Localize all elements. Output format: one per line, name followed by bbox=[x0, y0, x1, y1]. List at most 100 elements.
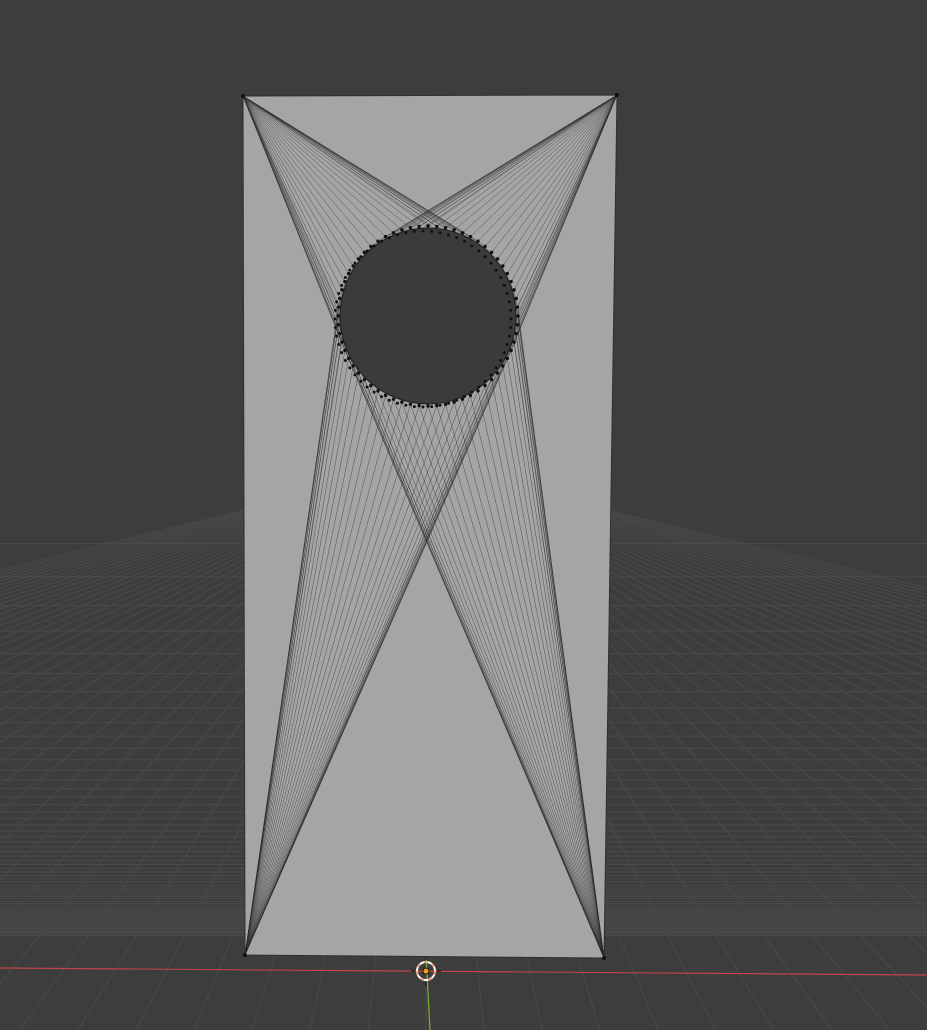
mesh-vertex bbox=[408, 226, 413, 230]
mesh-vertex bbox=[421, 229, 425, 233]
mesh-vertex bbox=[507, 334, 511, 338]
mesh-vertex bbox=[391, 231, 396, 235]
mesh-vertex bbox=[346, 356, 351, 361]
mesh-vertex bbox=[438, 231, 442, 235]
mesh-vertex bbox=[343, 348, 347, 353]
mesh-vertex bbox=[412, 405, 416, 409]
mesh-vertex bbox=[353, 261, 357, 265]
mesh-vertex bbox=[502, 351, 506, 355]
mesh-vertex bbox=[489, 377, 494, 382]
mesh-vertex bbox=[430, 229, 434, 233]
mesh-vertex bbox=[362, 377, 367, 382]
mesh-vertex bbox=[417, 403, 421, 408]
mesh-vertex bbox=[426, 224, 430, 228]
mesh-vertex bbox=[400, 400, 404, 404]
mesh-vertex bbox=[515, 323, 520, 327]
mesh-vertex bbox=[351, 364, 355, 368]
mesh-vertex bbox=[395, 233, 399, 237]
mesh-vertex bbox=[426, 404, 430, 408]
mesh-vertex bbox=[333, 308, 337, 312]
mesh-vertex bbox=[333, 326, 337, 330]
mesh-vertex bbox=[509, 326, 513, 330]
mesh-vertex bbox=[391, 397, 396, 401]
mesh-vertex bbox=[505, 291, 509, 295]
mesh-vertex bbox=[477, 385, 481, 389]
mesh-vertex bbox=[372, 390, 376, 394]
mesh-vertex bbox=[512, 288, 516, 292]
mesh-vertex bbox=[372, 244, 376, 248]
mesh-vertex bbox=[421, 405, 425, 409]
mesh-vertex bbox=[455, 236, 459, 240]
mesh-vertex bbox=[348, 268, 352, 272]
circular-hole bbox=[339, 227, 517, 405]
mesh-vertex bbox=[477, 249, 481, 253]
mesh-vertex bbox=[359, 379, 363, 383]
object-origin-icon bbox=[422, 967, 430, 975]
mesh-vertex bbox=[509, 279, 513, 284]
mesh-vertex bbox=[338, 296, 342, 301]
mesh-vertex bbox=[336, 323, 341, 327]
mesh-vertex bbox=[356, 371, 361, 375]
mesh-vertex bbox=[417, 224, 421, 229]
mesh-vertex bbox=[509, 308, 513, 312]
mesh-vertex bbox=[404, 403, 408, 407]
mesh-vertex bbox=[483, 244, 487, 249]
mesh-vertex bbox=[395, 401, 399, 405]
mesh-vertex bbox=[476, 389, 480, 393]
mesh-vertex bbox=[337, 343, 341, 347]
mesh-vertex bbox=[515, 305, 520, 309]
mesh-vertex bbox=[408, 402, 413, 406]
mesh-vertex bbox=[383, 393, 388, 398]
mesh-vertex bbox=[501, 264, 505, 268]
mesh-vertex bbox=[380, 239, 384, 243]
mesh-vertex bbox=[447, 401, 451, 405]
mesh-vertex bbox=[343, 276, 347, 280]
mesh-vertex bbox=[514, 296, 518, 301]
mesh-vertex bbox=[387, 398, 391, 402]
mesh-vertex bbox=[353, 373, 357, 377]
mesh-vertex bbox=[430, 405, 434, 409]
mesh-vertex bbox=[499, 276, 503, 280]
mesh-vertex bbox=[452, 400, 456, 404]
mesh-vertex bbox=[462, 239, 466, 243]
mesh-vertex bbox=[452, 228, 456, 232]
mesh-vertex bbox=[362, 250, 367, 255]
mesh-vertex bbox=[336, 314, 340, 318]
mesh-vertex bbox=[505, 343, 509, 347]
mesh-vertex bbox=[468, 234, 473, 239]
viewport-canvas[interactable] bbox=[0, 0, 927, 1030]
mesh-vertex bbox=[241, 94, 245, 98]
mesh-vertex bbox=[489, 373, 493, 377]
mesh-vertex bbox=[412, 229, 416, 233]
mesh-vertex bbox=[340, 351, 344, 355]
mesh-vertex bbox=[365, 249, 369, 253]
mesh-vertex bbox=[455, 398, 459, 402]
mesh-vertex bbox=[340, 288, 344, 292]
mesh-vertex bbox=[502, 283, 506, 287]
mesh-vertex bbox=[340, 283, 344, 287]
mesh-vertex bbox=[516, 314, 520, 318]
mesh-vertex bbox=[460, 397, 465, 401]
mesh-vertex bbox=[447, 233, 451, 237]
3d-viewport[interactable] bbox=[0, 0, 927, 1030]
mesh-vertex bbox=[443, 226, 448, 230]
mesh-vertex bbox=[507, 300, 511, 304]
mesh-vertex bbox=[404, 231, 408, 235]
mesh-vertex bbox=[512, 340, 516, 344]
mesh-vertex bbox=[615, 93, 619, 97]
mesh-vertex bbox=[476, 239, 480, 243]
mesh-vertex bbox=[343, 279, 347, 284]
mesh-vertex bbox=[462, 395, 466, 399]
mesh-vertex bbox=[435, 403, 439, 408]
mesh-vertex bbox=[335, 300, 339, 304]
mesh-vertex bbox=[343, 358, 347, 362]
mesh-vertex bbox=[495, 371, 500, 375]
mesh-vertex bbox=[483, 379, 487, 383]
mesh-vertex bbox=[333, 317, 337, 321]
mesh-vertex bbox=[340, 340, 344, 344]
mesh-vertex bbox=[243, 953, 247, 957]
mesh-vertex bbox=[387, 236, 391, 240]
mesh-vertex bbox=[514, 331, 518, 336]
mesh-vertex bbox=[483, 255, 487, 259]
mesh-vertex bbox=[337, 291, 341, 295]
